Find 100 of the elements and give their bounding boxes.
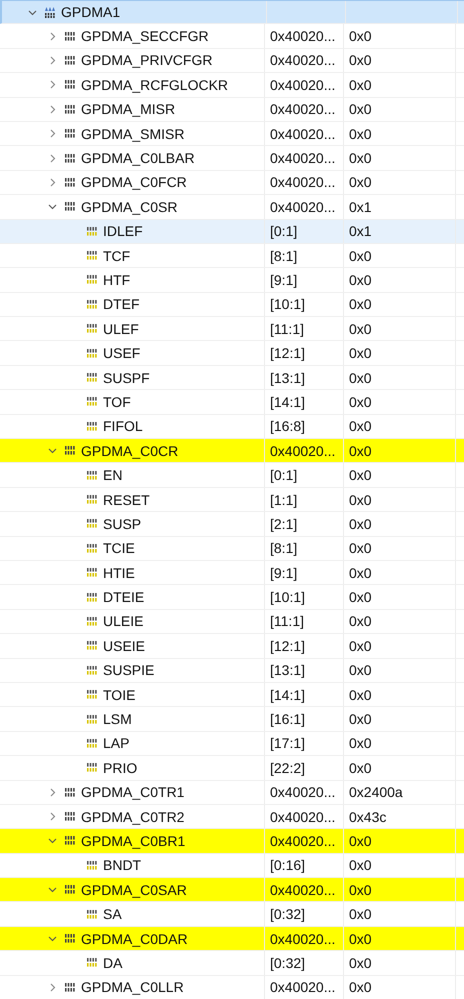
tree-row[interactable]: TCIE [8:1] 0x0: [0, 536, 464, 561]
chevron-icon[interactable]: [48, 80, 57, 90]
tree-row[interactable]: TOIE [14:1] 0x0: [0, 682, 464, 708]
field-icon: [86, 494, 98, 505]
field-icon: [86, 250, 98, 262]
tree-row[interactable]: IDLEF [0:1] 0x1: [0, 220, 464, 244]
value-text: 0x0: [349, 516, 372, 532]
value-text: 0x0: [349, 370, 372, 386]
tree-row[interactable]: SUSPIE [13:1] 0x0: [0, 658, 464, 683]
address-text: [16:1]: [270, 711, 306, 728]
field-icon: [86, 396, 98, 408]
item-name: USEIE: [103, 638, 146, 654]
value-text: 0x0: [349, 954, 372, 971]
field-icon: [86, 957, 98, 968]
value-text: 0x0: [349, 174, 372, 190]
register-icon: [64, 152, 76, 164]
register-icon: [64, 176, 76, 188]
item-name: GPDMA_PRIVCFGR: [81, 52, 212, 68]
tree-row[interactable]: GPDMA_C0LLR 0x40020... 0x0: [0, 976, 464, 999]
tree-row[interactable]: ULEF [11:1] 0x0: [0, 317, 464, 342]
tree-row[interactable]: LAP [17:1] 0x0: [0, 732, 464, 756]
register-icon: [64, 104, 76, 115]
item-name: PRIO: [103, 760, 138, 776]
item-name: GPDMA_C0TR2: [81, 808, 184, 825]
chevron-icon[interactable]: [48, 885, 57, 894]
chevron-icon[interactable]: [48, 982, 57, 992]
tree-row[interactable]: HTIE [9:1] 0x0: [0, 560, 464, 586]
chevron-icon[interactable]: [48, 56, 57, 65]
item-name: RESET: [103, 492, 150, 508]
item-name: DTEIE: [103, 589, 144, 606]
field-icon: [86, 860, 98, 871]
tree-row[interactable]: ULEIE [11:1] 0x0: [0, 610, 464, 634]
field-icon: [86, 518, 98, 530]
chevron-icon[interactable]: [48, 154, 57, 163]
value-text: 0x0: [349, 979, 372, 996]
chevron-icon[interactable]: [48, 32, 57, 41]
value-text: 0x1: [349, 198, 372, 215]
value-text: 0x0: [349, 564, 372, 581]
register-icon: [64, 786, 76, 798]
tree-row[interactable]: DA [0:32] 0x0: [0, 951, 464, 976]
tree-row[interactable]: GPDMA_C0DAR 0x40020... 0x0: [0, 926, 464, 952]
tree-row[interactable]: TCF [8:1] 0x0: [0, 244, 464, 268]
item-name: GPDMA_C0FCR: [81, 174, 187, 190]
value-text: 0x0: [349, 589, 372, 606]
item-name: DTEF: [103, 296, 140, 312]
value-text: 0x0: [349, 394, 372, 410]
chevron-icon[interactable]: [48, 104, 57, 114]
tree-row[interactable]: SUSP [2:1] 0x0: [0, 512, 464, 537]
tree-row[interactable]: GPDMA_C0FCR 0x40020... 0x0: [0, 170, 464, 196]
value-text: 0x0: [349, 76, 372, 93]
value-text: 0x1: [349, 223, 372, 240]
chevron-icon[interactable]: [48, 129, 57, 138]
tree-row[interactable]: EN [0:1] 0x0: [0, 463, 464, 488]
register-icon: [64, 445, 76, 456]
tree-row[interactable]: TOF [14:1] 0x0: [0, 390, 464, 415]
value-text: 0x2400a: [349, 784, 403, 800]
field-icon: [86, 592, 98, 603]
item-name: SA: [103, 906, 122, 922]
tree-row[interactable]: GPDMA_MISR 0x40020... 0x0: [0, 98, 464, 122]
tree-row[interactable]: HTF [9:1] 0x0: [0, 268, 464, 293]
chevron-icon[interactable]: [48, 836, 57, 846]
tree-row[interactable]: DTEIE [10:1] 0x0: [0, 585, 464, 610]
value-text: 0x0: [349, 467, 372, 484]
tree-row[interactable]: GPDMA_SMISR 0x40020... 0x0: [0, 122, 464, 146]
tree-row[interactable]: GPDMA_C0TR1 0x40020... 0x2400a: [0, 780, 464, 805]
value-text: 0x0: [349, 296, 372, 312]
address-text: 0x40020...: [270, 150, 336, 166]
address-text: [10:1]: [270, 589, 306, 606]
tree-row[interactable]: GPDMA_C0CR 0x40020... 0x0: [0, 439, 464, 464]
register-icon: [64, 79, 76, 90]
value-text: 0x0: [349, 442, 372, 459]
chevron-icon[interactable]: [48, 934, 57, 944]
value-text: 0x0: [349, 28, 372, 44]
chevron-icon[interactable]: [48, 446, 57, 456]
tree-row[interactable]: LSM [16:1] 0x0: [0, 707, 464, 732]
chevron-icon[interactable]: [48, 812, 57, 822]
chevron-icon[interactable]: [28, 8, 37, 17]
value-text: 0x0: [349, 930, 372, 947]
tree-row[interactable]: GPDMA_SECCFGR 0x40020... 0x0: [0, 24, 464, 49]
tree-row[interactable]: DTEF [10:1] 0x0: [0, 292, 464, 318]
chevron-icon[interactable]: [48, 202, 57, 212]
item-name: GPDMA_C0SAR: [81, 882, 187, 898]
tree-row[interactable]: PRIO [22:2] 0x0: [0, 756, 464, 780]
tree-row[interactable]: GPDMA1: [0, 0, 464, 24]
chevron-icon[interactable]: [48, 788, 57, 797]
tree-row[interactable]: USEF [12:1] 0x0: [0, 341, 464, 366]
item-name: IDLEF: [103, 223, 143, 240]
tree-row[interactable]: GPDMA_RCFGLOCKR 0x40020... 0x0: [0, 73, 464, 98]
item-name: GPDMA_C0LLR: [81, 979, 184, 996]
tree-row[interactable]: USEIE [12:1] 0x0: [0, 634, 464, 659]
tree-row[interactable]: RESET [1:1] 0x0: [0, 488, 464, 512]
item-name: GPDMA_MISR: [81, 101, 176, 118]
item-name: GPDMA_RCFGLOCKR: [81, 76, 228, 93]
tree-row[interactable]: GPDMA_C0SAR 0x40020... 0x0: [0, 878, 464, 902]
address-text: [14:1]: [270, 394, 306, 410]
chevron-icon[interactable]: [48, 178, 57, 187]
tree-row[interactable]: GPDMA_C0BR1 0x40020... 0x0: [0, 829, 464, 854]
tree-row[interactable]: SUSPF [13:1] 0x0: [0, 366, 464, 390]
tree-row[interactable]: GPDMA_PRIVCFGR 0x40020... 0x0: [0, 48, 464, 74]
tree-row[interactable]: GPDMA_C0LBAR 0x40020... 0x0: [0, 146, 464, 171]
